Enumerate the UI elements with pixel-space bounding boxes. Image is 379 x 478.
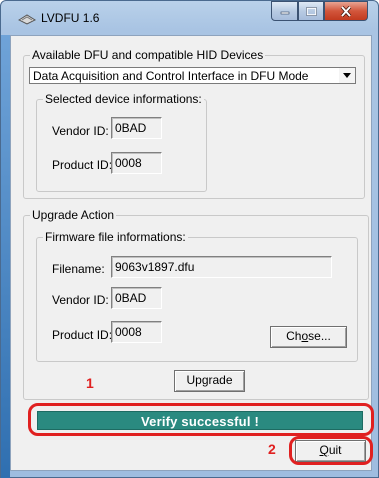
selected-device-info-group: Selected device informations: <box>36 92 207 192</box>
firmware-vendor-id-field: 0BAD <box>111 287 162 309</box>
close-button[interactable] <box>324 1 368 21</box>
firmware-product-id-label: Product ID: <box>52 328 113 342</box>
quit-button-mnemonic: Q <box>319 443 329 457</box>
minimize-button[interactable] <box>271 1 298 21</box>
maximize-button[interactable] <box>298 1 324 21</box>
choose-file-button-prefix: Ch <box>286 329 302 343</box>
upgrade-action-legend: Upgrade Action <box>30 208 117 222</box>
firmware-vendor-id-label: Vendor ID: <box>52 293 109 307</box>
quit-button[interactable]: Quit <box>295 440 366 462</box>
window-left-edge <box>1 35 10 478</box>
device-vendor-id-label: Vendor ID: <box>52 124 109 138</box>
firmware-product-id-field: 0008 <box>111 321 162 343</box>
device-vendor-id-field: 0BAD <box>111 117 162 139</box>
firmware-info-legend: Firmware file informations: <box>43 230 188 244</box>
firmware-filename-label: Filename: <box>52 262 105 276</box>
device-product-id-field: 0008 <box>111 152 162 174</box>
status-message-bar: Verify successful ! <box>37 411 363 430</box>
lvdfu-app-icon <box>18 14 36 25</box>
annotation-marker-1: 1 <box>86 375 94 391</box>
device-select[interactable]: Data Acquisition and Control Interface i… <box>29 67 356 84</box>
devices-group-legend: Available DFU and compatible HID Devices <box>30 48 266 62</box>
minimize-icon <box>280 11 289 15</box>
device-select-dropdown-button[interactable] <box>338 68 355 83</box>
device-product-id-label: Product ID: <box>52 158 113 172</box>
selected-device-info-legend: Selected device informations: <box>43 92 204 106</box>
choose-file-button-suffix: se... <box>308 329 331 343</box>
chevron-down-icon <box>343 73 351 78</box>
device-select-value: Data Acquisition and Control Interface i… <box>33 69 309 83</box>
title-bar[interactable]: LVDFU 1.6 <box>1 1 379 35</box>
maximize-icon <box>305 6 317 16</box>
firmware-filename-field: 9063v1897.dfu <box>111 256 332 278</box>
choose-file-button[interactable]: Chose... <box>270 326 347 348</box>
close-icon <box>340 5 352 17</box>
quit-button-rest: uit <box>328 443 342 457</box>
annotation-marker-2: 2 <box>268 441 276 457</box>
upgrade-button[interactable]: Upgrade <box>174 370 245 392</box>
window-title: LVDFU 1.6 <box>41 11 100 25</box>
